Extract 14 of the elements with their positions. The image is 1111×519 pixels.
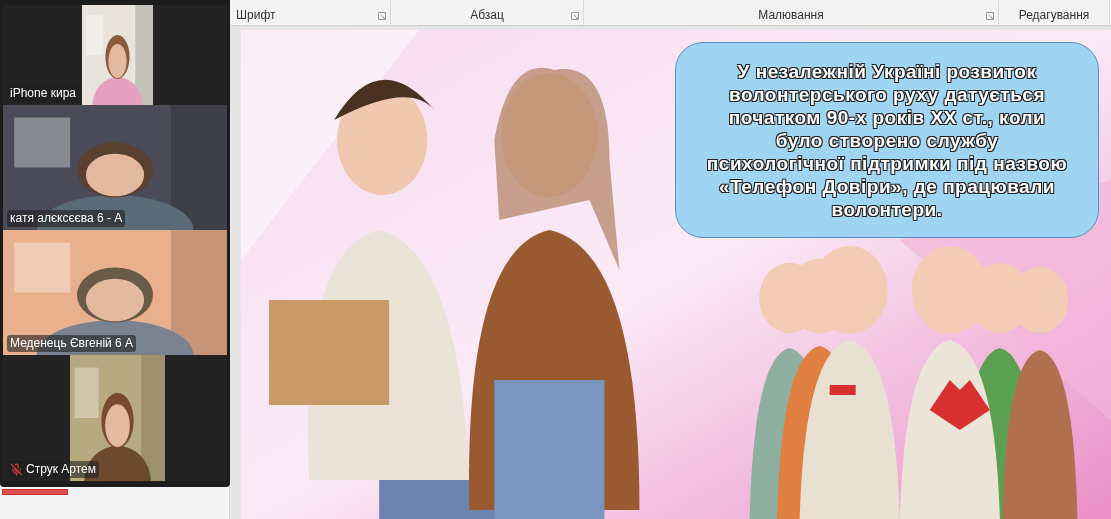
participant-name: катя алєксєєва 6 - А <box>10 211 123 226</box>
dialog-launcher-icon[interactable] <box>571 12 579 20</box>
slide-thumbnail[interactable] <box>2 489 68 495</box>
video-tile[interactable]: Струк Артем <box>3 355 227 481</box>
participant-name: Струк Артем <box>26 462 96 477</box>
participant-name: iPhone кира <box>10 86 76 101</box>
dialog-launcher-icon[interactable] <box>986 12 994 20</box>
ribbon-group-label: Абзац <box>470 9 504 21</box>
dialog-launcher-icon[interactable] <box>378 12 386 20</box>
video-tile[interactable]: катя алєксєєва 6 - А <box>3 105 227 230</box>
callout-text: У незалежній Україні розвиток волонтерського руху датується початком 90-х років XX ст., коли було створено службу психологічної підтримки під назвою «Телефон Довіри», де працювали волонтери. <box>706 59 1068 221</box>
ribbon-group-label: Малювання <box>758 9 824 21</box>
ribbon-group-label: Шрифт <box>236 9 276 21</box>
ribbon-group-label: Редагування <box>1018 9 1090 21</box>
